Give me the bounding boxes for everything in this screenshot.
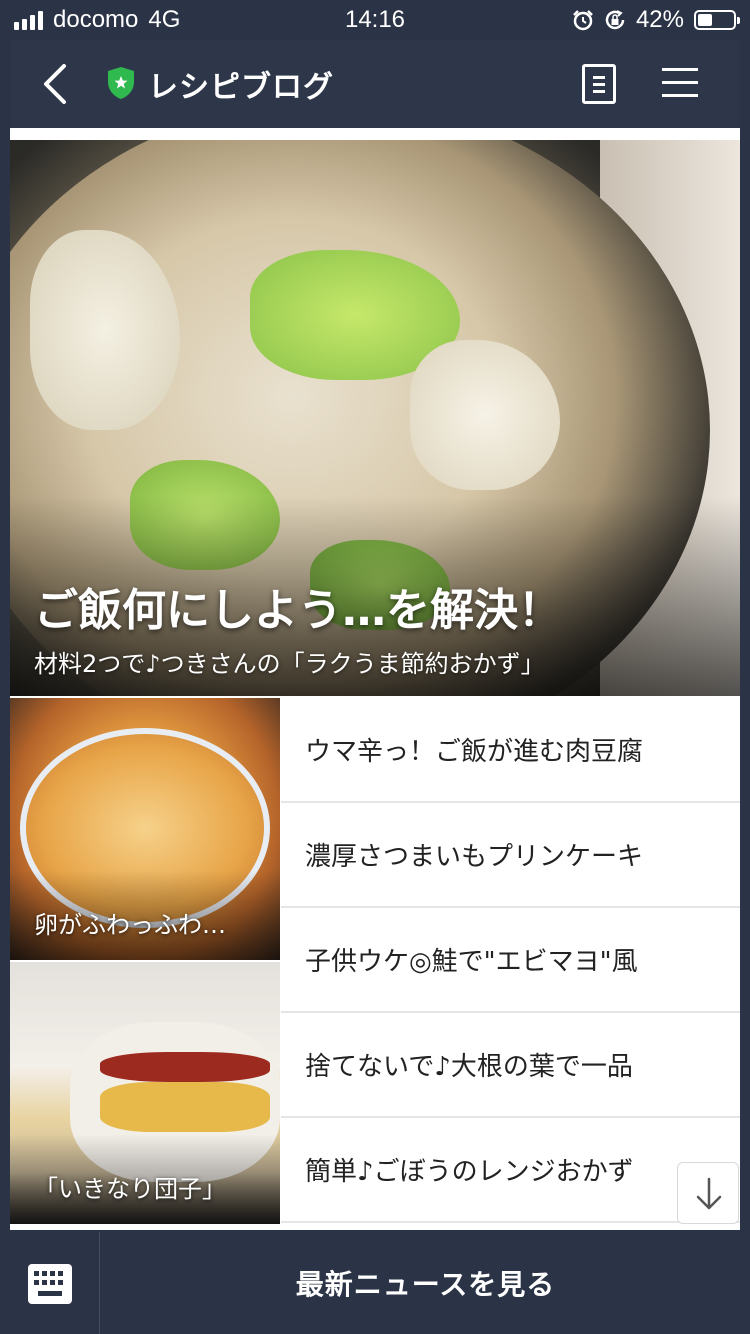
list-item[interactable]: 濃厚さつまいもプリンケーキ	[281, 803, 740, 908]
battery-fill	[698, 14, 712, 26]
battery-icon	[694, 10, 740, 30]
article-list: ウマ辛っ！ご飯が進む肉豆腐 濃厚さつまいもプリンケーキ 子供ウケ◎鮭で"エビマヨ…	[281, 698, 740, 1223]
document-icon[interactable]	[582, 64, 616, 104]
hero-subtitle: 材料2つで♪つきさんの「ラクうま節約おかず」	[34, 650, 545, 678]
thumb-image-sweet-potato	[100, 1082, 270, 1132]
thumb-image-filling	[100, 1052, 270, 1082]
keyboard-icon	[28, 1264, 72, 1304]
battery-percent: 42%	[635, 6, 684, 33]
chevron-left-icon[interactable]	[36, 62, 76, 106]
thumb-card[interactable]: 「いきなり団子」	[10, 962, 280, 1224]
status-bar: docomo 4G 14:16 42%	[0, 0, 750, 40]
rotation-lock-icon	[605, 10, 625, 30]
thumb-caption: 「いきなり団子」	[34, 1175, 226, 1203]
hamburger-menu-icon[interactable]	[662, 68, 698, 100]
content-area: ご飯何にしよう…を解決！ 材料2つで♪つきさんの「ラクうま節約おかず」 卵がふわ…	[10, 128, 740, 1230]
list-item[interactable]: 捨てないで♪大根の葉で一品	[281, 1013, 740, 1118]
hero-title: ご飯何にしよう…を解決！	[34, 585, 562, 636]
arrow-down-icon	[696, 1177, 722, 1210]
footer-bar: 最新ニュースを見る	[0, 1232, 750, 1334]
nav-bar: レシピブログ	[10, 40, 740, 128]
shield-icon	[108, 67, 134, 99]
thumb-caption: 卵がふわっふわ…	[34, 911, 226, 939]
latest-news-button[interactable]: 最新ニュースを見る	[101, 1232, 750, 1334]
hero-card[interactable]: ご飯何にしよう…を解決！ 材料2つで♪つきさんの「ラクうま節約おかず」	[10, 140, 740, 696]
thumb-card[interactable]: 卵がふわっふわ…	[10, 698, 280, 960]
list-item[interactable]: 子供ウケ◎鮭で"エビマヨ"風	[281, 908, 740, 1013]
keyboard-button[interactable]	[0, 1232, 100, 1334]
list-item[interactable]: 簡単♪ごぼうのレンジおかず	[281, 1118, 740, 1223]
list-item[interactable]: ウマ辛っ！ご飯が進む肉豆腐	[281, 698, 740, 803]
scroll-down-button[interactable]	[677, 1162, 739, 1224]
status-right: 42%	[572, 6, 740, 34]
alarm-icon	[573, 10, 593, 31]
nav-title: レシピブログ	[148, 70, 334, 105]
